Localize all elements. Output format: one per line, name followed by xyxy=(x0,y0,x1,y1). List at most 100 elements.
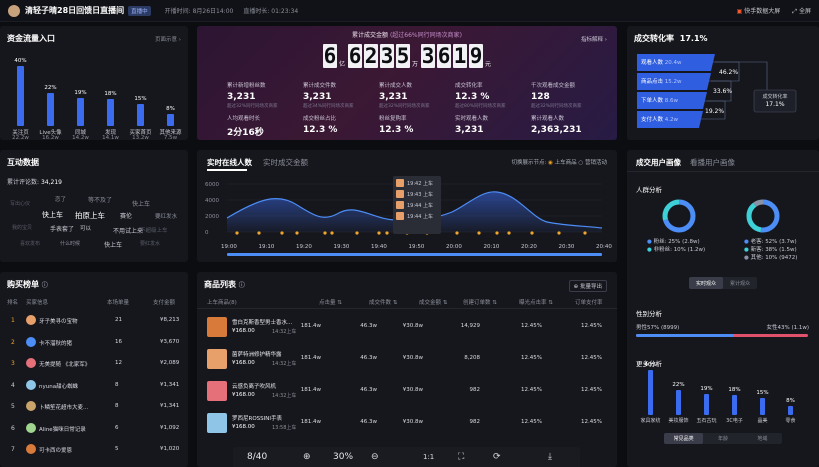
metric-label: 累计成交人数 xyxy=(379,83,413,89)
fund-bar-pct: 15% xyxy=(134,95,147,102)
event-dot[interactable] xyxy=(495,231,499,235)
metric-item: 累计成交件数 3,231 超过34%同行同场次商家 xyxy=(303,81,354,109)
ring1-legend: ● 粉丝: 25% (2.8w) ● 非粉丝: 10% (1.2w) xyxy=(647,239,706,253)
event-dot[interactable] xyxy=(530,231,534,235)
buy-row[interactable]: 1 牙子美寻の宝物 21 ¥8,213 xyxy=(0,312,188,330)
buy-rank-panel: 购买榜单 ⓘ 排名 买家信息 本场单量 支付金额 1 牙子美寻の宝物 21 ¥8,21… xyxy=(0,272,188,467)
event-dot[interactable] xyxy=(507,231,511,235)
fit-screen-icon[interactable]: ⛶ xyxy=(458,452,464,462)
category-bar xyxy=(760,398,765,415)
goods-col-header[interactable]: 创建订单数 ⇅ xyxy=(463,298,497,306)
goods-row[interactable]: 云感负离子吹风机 ¥168.00 14:32上车 181.4w 46.3w ¥30.8w 9… xyxy=(197,378,617,406)
funnel-label-1: 观看人数 20.4w xyxy=(641,60,682,66)
event-dot[interactable] xyxy=(323,231,327,235)
event-dot[interactable] xyxy=(377,231,381,235)
tab-category[interactable]: 常见品类 xyxy=(664,433,704,444)
comment-word: 快上车 xyxy=(104,242,123,249)
product-orders: 982 xyxy=(469,387,481,393)
metric-item: 粉丝复购率 12.3 % xyxy=(379,114,413,135)
metric-item: 成交粉丝占比 12.3 % xyxy=(303,114,337,135)
buyer-amount: ¥1,092 xyxy=(160,424,180,431)
product-pay: 12.45% xyxy=(581,387,602,393)
goods-col-header[interactable]: 点击量 ⇅ xyxy=(319,298,342,306)
goods-col-header[interactable]: 成交件数 ⇅ xyxy=(369,298,397,306)
tab-viewer-portrait[interactable]: 看播用户画像 xyxy=(690,157,735,168)
fund-bar-pct: 40% xyxy=(14,58,27,64)
bigscreen-button[interactable]: ▣ 快手数据大屏 xyxy=(737,6,781,16)
buy-row[interactable]: 5 卜鳞笙花超市大麦... 8 ¥1,341 xyxy=(0,398,188,416)
buyer-amount: ¥8,213 xyxy=(160,317,180,323)
export-button[interactable]: ⊕ 批量导出 xyxy=(568,280,607,292)
zoom-in-icon[interactable]: ⊕ xyxy=(303,452,311,462)
product-ctr: 12.45% xyxy=(521,323,542,329)
metric-guide-link[interactable]: 指标解释 › xyxy=(581,35,607,43)
event-dot[interactable] xyxy=(385,231,389,235)
page-hint-link[interactable]: 页面示意 › xyxy=(155,35,181,43)
info-icon: ⓘ xyxy=(238,282,245,289)
category-pct: 8% xyxy=(786,398,795,404)
product-image xyxy=(207,349,227,369)
product-time: 14:32上车 xyxy=(272,329,297,335)
funnel-summary: 成交转化率 17.1% xyxy=(762,94,788,108)
buy-row[interactable]: 4 nyuna甜心蜘蛛 8 ¥1,341 xyxy=(0,377,188,395)
conversion-panel: 成交转化率 17.1% 观看人数 20.4w 商品点击 15.2w 下单人数 8… xyxy=(627,26,819,140)
event-dot[interactable] xyxy=(455,231,459,235)
event-dot[interactable] xyxy=(257,231,261,235)
buyer-rank: 1 xyxy=(11,317,15,324)
tab-region[interactable]: 地域 xyxy=(743,435,782,442)
product-ctr: 12.45% xyxy=(521,355,542,361)
buy-row[interactable]: 6 Aline猫咪日常记录 6 ¥1,092 xyxy=(0,420,188,438)
goods-row[interactable]: 雪白克斯香型男士香水... ¥168.00 14:32上车 181.4w 46.3w ¥3… xyxy=(197,314,617,342)
event-dot[interactable] xyxy=(295,231,299,235)
fullscreen-icon: ⤢ xyxy=(792,8,798,15)
product-amt: ¥30.8w xyxy=(402,323,423,329)
product-thumb xyxy=(396,212,404,220)
seg-cumulative[interactable]: 累计观众 xyxy=(723,280,757,287)
event-dot[interactable] xyxy=(330,231,334,235)
tab-buyer-portrait[interactable]: 成交用户画像 xyxy=(636,157,681,168)
metric-value: 2分16秒 xyxy=(227,128,264,138)
x-tick: 20:10 xyxy=(484,244,500,250)
metric-item: 累计新增粉丝数 3,231 超过32%同行同场次商家 xyxy=(227,81,278,109)
event-dot[interactable] xyxy=(355,231,359,235)
goods-col-header: 上车商品(8) xyxy=(207,300,237,306)
viewer-toolbar: 8/40 ⊕ 30% ⊖ 1:1 ⛶ ⟳ ⤓ xyxy=(233,447,580,467)
gmv-digit: 6 xyxy=(437,44,452,68)
event-dot[interactable] xyxy=(280,231,284,235)
x-tick: 19:00 xyxy=(221,244,237,250)
fullscreen-button[interactable]: ⤢ 全屏 xyxy=(792,6,811,16)
event-dot[interactable] xyxy=(235,231,239,235)
gmv-caption: 累计成交金额 (超过66%同行同场次商家) xyxy=(352,32,462,39)
goods-row[interactable]: 罗西尼ROSSINI手表 ¥168.00 13:58上车 181.4w 46.3w ¥30… xyxy=(197,410,617,438)
streamer-avatar xyxy=(8,4,20,17)
goods-col-header[interactable]: 成交金额 ⇅ xyxy=(419,298,447,306)
tab-age[interactable]: 年龄 xyxy=(703,435,742,442)
comment-word: 写出心仪 xyxy=(10,201,31,207)
event-dot[interactable] xyxy=(583,231,587,235)
rotate-icon[interactable]: ⟳ xyxy=(493,452,501,462)
goods-col-header[interactable]: 曝光点击率 ⇅ xyxy=(519,298,553,306)
product-thumb xyxy=(396,201,404,209)
event-dot[interactable] xyxy=(557,231,561,235)
metric-value: 12.3 % xyxy=(303,125,338,135)
buy-row[interactable]: 2 卡不溜秋的猪 16 ¥3,670 xyxy=(0,334,188,352)
download-icon[interactable]: ⤓ xyxy=(548,452,552,462)
chart-tooltip: 19:42 上车 19:43 上车 19:44 上车 19:44 上车 xyxy=(393,176,441,234)
fund-bar xyxy=(167,114,174,126)
fund-bar-value: 13.2w xyxy=(132,135,149,141)
buyer-name: 牙子美寻の宝物 xyxy=(39,319,78,325)
event-dot[interactable] xyxy=(477,231,481,235)
time-slider[interactable] xyxy=(227,253,602,256)
buy-row[interactable]: 3 无美提随 《北家军》 12 ¥2,089 xyxy=(0,355,188,373)
fund-bar-value: 22.2w xyxy=(12,135,29,141)
seg-realtime[interactable]: 实时观众 xyxy=(689,277,723,289)
buy-row[interactable]: 7 可卡西の爱恩 5 ¥1,020 xyxy=(0,441,188,459)
zoom-out-icon[interactable]: ⊖ xyxy=(371,452,379,462)
buyer-amount: ¥1,341 xyxy=(160,381,180,388)
product-name: 云感负离子吹风机 xyxy=(232,384,277,390)
goods-row[interactable]: 菌萨特洲修护精华露 ¥168.00 14:32上车 181.4w 46.3w ¥30.8w… xyxy=(197,346,617,374)
comment-word: 恋了 xyxy=(55,197,67,203)
actual-size-icon[interactable]: 1:1 xyxy=(423,453,434,461)
fund-bar-pct: 22% xyxy=(44,85,57,91)
y-tick: 6000 xyxy=(205,182,219,188)
